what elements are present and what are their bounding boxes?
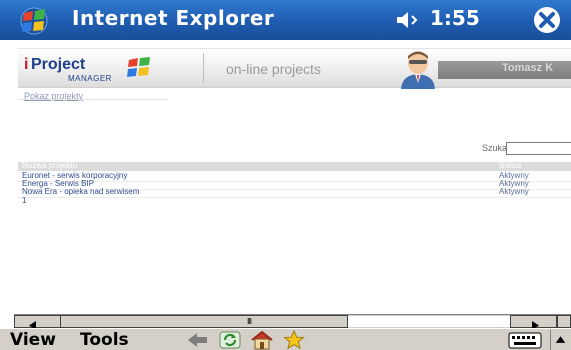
- clock[interactable]: 1:55: [430, 6, 480, 30]
- app-title: Internet Explorer: [72, 6, 275, 30]
- project-status: Aktywny: [499, 187, 529, 196]
- close-icon[interactable]: [530, 5, 564, 35]
- scroll-grip-icon: III: [247, 317, 252, 326]
- pager-link[interactable]: 1: [22, 196, 26, 205]
- table-row[interactable]: Nowa Era - opieka nad serwisem Aktywny: [18, 187, 571, 198]
- back-icon[interactable]: [186, 330, 210, 350]
- browser-content: i Project MANAGER on-line projects Tomas…: [0, 40, 571, 314]
- user-name[interactable]: Tomasz K: [502, 62, 553, 74]
- table-header: [18, 162, 571, 171]
- scroll-corner: [557, 315, 571, 328]
- favorites-icon[interactable]: [282, 330, 306, 350]
- tagline: on-line projects: [226, 61, 321, 77]
- windows-flag-icon[interactable]: [14, 6, 58, 36]
- keyboard-icon[interactable]: [508, 332, 542, 349]
- logo-manager: MANAGER: [68, 74, 112, 83]
- scroll-thumb[interactable]: III: [60, 315, 348, 328]
- scroll-track[interactable]: [348, 316, 510, 327]
- up-arrow-icon[interactable]: [550, 330, 571, 350]
- menu-view[interactable]: View: [10, 330, 56, 350]
- title-bar: Internet Explorer 1:55: [0, 0, 571, 40]
- site-header: i Project MANAGER on-line projects Tomas…: [18, 48, 571, 89]
- project-name-link[interactable]: Nowa Era - opieka nad serwisem: [22, 187, 139, 196]
- divider: [18, 99, 168, 100]
- menu-bar: View Tools: [0, 328, 571, 350]
- user-avatar-icon: [401, 51, 435, 89]
- refresh-icon[interactable]: [218, 330, 242, 350]
- column-header-name[interactable]: Nazwa projektu: [22, 161, 77, 170]
- home-icon[interactable]: [250, 330, 274, 350]
- search-input[interactable]: [506, 142, 571, 155]
- scroll-right-button[interactable]: [510, 315, 557, 330]
- speaker-icon[interactable]: [395, 10, 421, 30]
- horizontal-scrollbar[interactable]: III: [14, 314, 571, 330]
- logo-project: Project: [31, 56, 86, 73]
- logo-i: i: [24, 56, 29, 73]
- header-divider: [203, 53, 204, 83]
- logo-flag-icon: [127, 57, 150, 77]
- column-header-status[interactable]: Status: [499, 161, 522, 170]
- scroll-left-button[interactable]: [14, 315, 61, 330]
- menu-tools[interactable]: Tools: [80, 330, 129, 350]
